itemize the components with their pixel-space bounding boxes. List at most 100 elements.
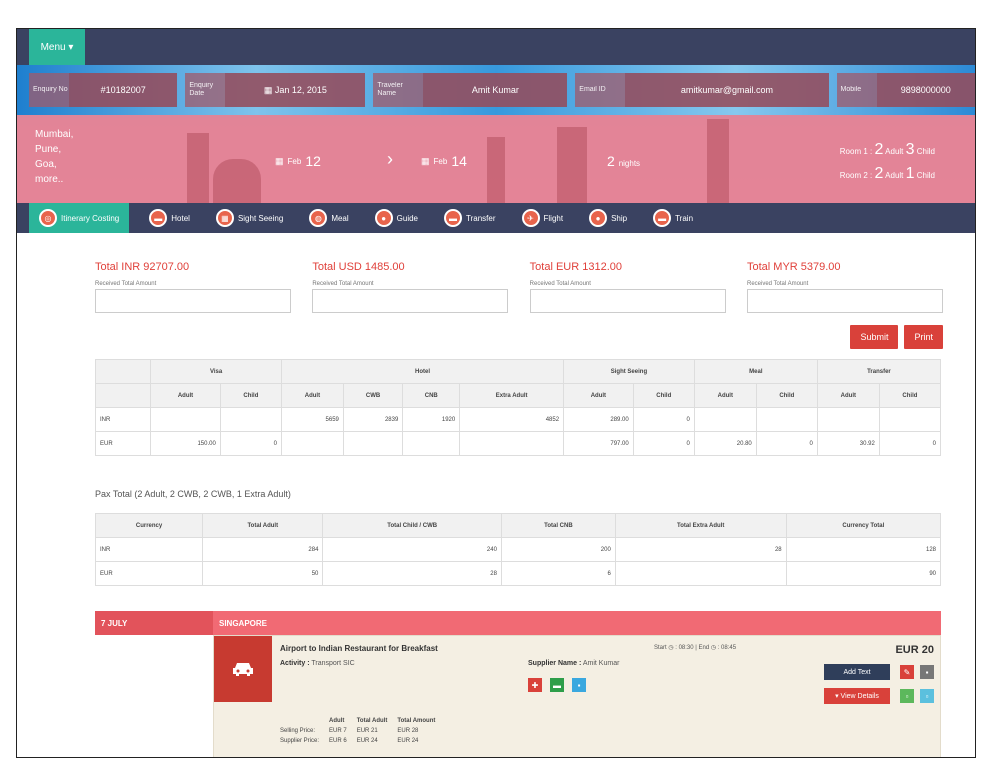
add-text-button[interactable]: Add Text [824, 664, 890, 680]
table-cell: 90 [785, 561, 942, 586]
car-icon-svg [233, 663, 253, 676]
table-cell: EUR [94, 561, 204, 586]
price-header-row: Adult Total Adult Total Amount [280, 716, 445, 726]
tab-hotel[interactable]: ▬ Hotel [143, 203, 196, 233]
table-cell: 1920 [402, 407, 461, 432]
chevron-right-icon: › [387, 149, 393, 169]
table-cell: 797.00 [563, 431, 634, 456]
trip-summary: Mumbai, Pune, Goa, more.. ▦ Feb 12 › ▦ F… [17, 119, 975, 199]
received-myr-input[interactable] [746, 289, 943, 313]
info-icon[interactable]: ▪ [572, 678, 586, 692]
table-cell: 284 [202, 537, 324, 562]
column-header: Extra Adult [459, 383, 565, 408]
header-hotel: Hotel [280, 359, 565, 384]
tab-ship[interactable]: ● Ship [583, 203, 633, 233]
action-buttons: Submit Print [850, 325, 943, 349]
note-icon[interactable]: ▫ [920, 689, 934, 703]
tab-train[interactable]: ▬ Train [647, 203, 699, 233]
column-header: Child [219, 383, 282, 408]
trip-start-date: ▦ Feb 12 [275, 153, 321, 169]
plane-icon: ✈ [521, 209, 540, 227]
table-cell [878, 407, 942, 432]
cost-subheader-row: Adult Child Adult CWB CNB Extra Adult Adult Chi… [94, 383, 942, 408]
column-header: Adult [150, 383, 221, 408]
cost-breakdown-table: Visa Hotel Sight Seeing Meal Transfer Ad… [94, 359, 942, 456]
ship-icon: ● [589, 209, 608, 227]
activity-title: Airport to Indian Restaurant for Breakfa… [280, 644, 438, 653]
table-cell [342, 431, 404, 456]
table-row: Selling Price: EUR 7 EUR 21 EUR 28 [280, 726, 445, 736]
table-row: Supplier Price: EUR 6 EUR 24 EUR 24 [280, 736, 445, 746]
table-cell: 30.92 [816, 431, 880, 456]
table-cell [219, 407, 282, 432]
calendar-icon: ▦ [275, 155, 284, 166]
room-1-summary: Room 1 : 2 Adult 3 Child [839, 141, 935, 158]
table-cell: Selling Price: [280, 728, 316, 734]
table-cell: 0 [755, 431, 818, 456]
column-header: Adult [329, 718, 345, 724]
column-header: Adult [693, 383, 757, 408]
activity-price-table: Adult Total Adult Total Amount Selling Pri… [280, 716, 445, 746]
day-city: SINGAPORE [213, 611, 941, 635]
meal-icon: ◍ [309, 209, 328, 227]
costing-icon: ◎ [39, 209, 57, 227]
tab-itinerary-costing[interactable]: ◎ Itinerary Costing [29, 203, 130, 233]
received-usd-input[interactable] [312, 289, 509, 313]
traveler-name-field: Traveler Name Amit Kumar [373, 73, 568, 107]
table-cell [459, 431, 565, 456]
day-header: 7 JULY SINGAPORE [95, 611, 941, 635]
activity-type: Activity : Transport SIC [280, 660, 355, 667]
total-usd: Total USD 1485.00 Received Total Amount [312, 261, 509, 313]
trip-nights: 2 nights [607, 153, 641, 169]
table-cell: INR [94, 537, 204, 562]
edit-icon[interactable]: ✎ [900, 665, 914, 679]
table-cell: 0 [632, 407, 695, 432]
currency-totals: Total INR 92707.00 Received Total Amount… [95, 261, 943, 313]
table-cell: 0 [878, 431, 942, 456]
table-cell: 0 [219, 431, 282, 456]
column-header: Child [755, 383, 818, 408]
table-cell: INR [94, 407, 152, 432]
copy-icon[interactable]: ▫ [900, 689, 914, 703]
trip-end-date: ▦ Feb 14 [421, 153, 467, 169]
column-header: Currency [94, 513, 204, 538]
received-inr-input[interactable] [95, 289, 291, 313]
delete-icon[interactable]: ▪ [920, 665, 934, 679]
table-cell: 2839 [342, 407, 404, 432]
mobile-field: Mobile 9898000000 [836, 73, 975, 107]
table-cell: 28 [322, 561, 502, 586]
tab-transfer[interactable]: ▬ Transfer [438, 203, 502, 233]
column-header: Total Child / CWB [322, 513, 502, 538]
enquiry-info-row: Enquiry No #10182007 Enquiry Date ▦ Jan … [29, 73, 975, 109]
table-cell: 128 [785, 537, 942, 562]
tab-guide[interactable]: ● Guide [369, 203, 424, 233]
table-cell [402, 431, 461, 456]
top-bar: Menu ▾ [17, 29, 975, 65]
table-cell [755, 407, 818, 432]
trip-cities: Mumbai, Pune, Goa, more.. [35, 129, 74, 185]
header-visa: Visa [150, 359, 282, 384]
money-icon[interactable]: ▬ [550, 678, 564, 692]
received-eur-input[interactable] [529, 289, 726, 313]
table-cell [693, 407, 757, 432]
menu-button[interactable]: Menu ▾ [29, 29, 85, 65]
table-cell: 20.80 [693, 431, 757, 456]
tab-meal[interactable]: ◍ Meal [303, 203, 354, 233]
view-details-button[interactable]: ▾ View Details [824, 688, 890, 704]
activity-price: EUR 20 [895, 644, 934, 656]
column-header: Total Extra Adult [614, 513, 787, 538]
remove-icon[interactable]: ✚ [528, 678, 542, 692]
table-cell: 0 [632, 431, 695, 456]
calendar-icon: ▦ [263, 84, 275, 95]
submit-button[interactable]: Submit [850, 325, 899, 349]
activity-time: Start ◷ : 08:30 | End ◷ : 08:45 [654, 645, 737, 651]
total-inr: Total INR 92707.00 Received Total Amount [95, 261, 291, 313]
table-cell: 289.00 [563, 407, 634, 432]
train-icon: ▬ [653, 209, 672, 227]
print-button[interactable]: Print [904, 325, 943, 349]
column-header: Currency Total [785, 513, 942, 538]
tab-sight-seeing[interactable]: ▦ Sight Seeing [210, 203, 289, 233]
tab-flight[interactable]: ✈ Flight [516, 203, 570, 233]
pax-total-table: Currency Total Adult Total Child / CWB Tota… [94, 513, 942, 586]
column-header: Total Adult [356, 718, 388, 724]
